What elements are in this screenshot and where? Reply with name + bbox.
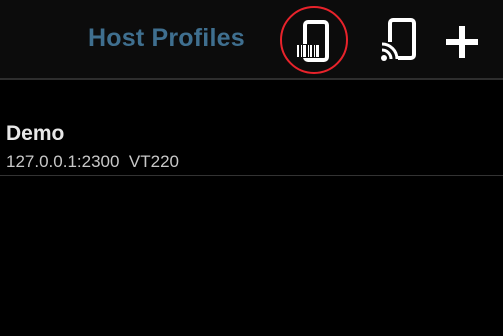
host-profile-detail: 127.0.0.1:2300 VT220 [6,152,179,171]
host-profile-item[interactable]: Demo 127.0.0.1:2300 VT220 [0,118,503,176]
list-divider [0,175,503,176]
phone-barcode-icon [296,20,329,62]
host-profile-name: Demo [6,122,65,145]
toolbar-divider [0,78,503,80]
cast-button[interactable] [376,16,424,64]
cast-icon [380,18,416,62]
app-window: Host Profiles Demo 127.0.0.1:2300 VT220 [0,0,503,336]
plus-icon [446,26,478,58]
add-host-button[interactable] [440,20,484,64]
scan-barcode-button[interactable] [280,6,352,78]
page-title: Host Profiles [88,24,245,52]
top-app-bar: Host Profiles [0,0,503,78]
